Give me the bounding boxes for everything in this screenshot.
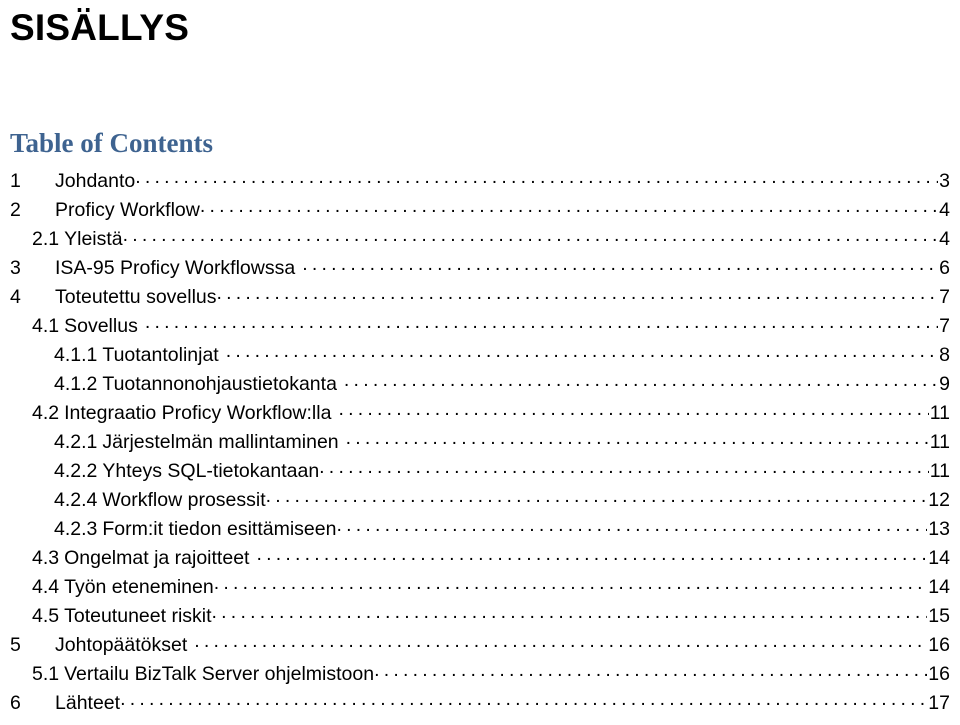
toc-entry-number: 4.1 [32,315,60,337]
toc-entry-page-number: 4 [939,228,950,250]
toc-entry[interactable]: 4.1Sovellus 7 [10,312,950,341]
toc-entry-label: Toteutuneet riskit [64,605,212,627]
toc-dot-leader [123,226,939,246]
toc-entry-number: 2 [10,199,21,221]
toc-entry[interactable]: 4.3Ongelmat ja rajoitteet 14 [10,544,950,573]
toc-entry-number: 4.2.2 [54,460,98,482]
toc-entry-number: 4.3 [32,547,60,569]
toc-entry-page-number: 8 [939,344,950,366]
toc-entry-number: 4.4 [32,576,60,598]
toc-entry-label: Tuotannonohjaustietokanta [102,373,337,395]
toc-entry-number: 4.2.3 [54,518,98,540]
toc-entry-page-number: 14 [928,547,950,569]
toc-dot-leader [344,371,938,391]
toc-entry-number: 4.2 [32,402,60,424]
toc-entry[interactable]: 4.2.3Form:it tiedon esittämiseen 13 [10,515,950,544]
toc-entry-page-number: 6 [939,257,950,279]
toc-entry-label: Tuotantolinjat [102,344,219,366]
toc-entry-page-number: 17 [928,692,950,714]
toc-entry[interactable]: 4.1.1Tuotantolinjat 8 [10,341,950,370]
toc-entry-label: Ongelmat ja rajoitteet [64,547,250,569]
toc-entry-label: Vertailu BizTalk Server ohjelmistoon [64,663,375,685]
toc-entry[interactable]: 3 ISA-95 Proficy Workflowssa 6 [10,254,950,283]
toc-entry-page-number: 16 [928,663,950,685]
toc-dot-leader [194,632,927,652]
toc-entry-label: Lähteet [55,692,121,714]
toc-dot-leader [212,603,928,623]
toc-entry-label: Workflow prosessit [102,489,266,511]
toc-entry-number: 4.5 [32,605,60,627]
toc-entry[interactable]: 2 Proficy Workflow 4 [10,196,950,225]
toc-entry-number: 4 [10,286,21,308]
toc-entry-label: Proficy Workflow [55,199,200,221]
toc-entry-page-number: 9 [939,373,950,395]
toc-entry[interactable]: 4.2Integraatio Proficy Workflow:lla 11 [10,399,950,428]
toc-dot-leader [302,255,938,275]
toc-heading: Table of Contents [10,128,214,158]
toc-entry-number: 4.1.2 [54,373,98,395]
toc-entry[interactable]: 4.1.2Tuotannonohjaustietokanta 9 [10,370,950,399]
toc-entry-number: 4.2.4 [54,489,98,511]
toc-entry[interactable]: 4.4Työn eteneminen 14 [10,573,950,602]
toc-dot-leader [346,429,929,449]
toc-entry-number: 2.1 [32,228,60,250]
toc-entry-number: 5 [10,634,21,656]
toc-entry-number: 4.1.1 [54,344,98,366]
toc-dot-leader [266,487,928,507]
toc-dot-leader [217,284,939,304]
toc-entry-number: 3 [10,257,21,279]
toc-entry-page-number: 3 [939,170,950,192]
toc-entry-page-number: 11 [929,460,950,482]
toc-entry-label: Sovellus [64,315,138,337]
toc-entry-label: Johtopäätökset [55,634,188,656]
document-page: SISÄLLYS Table of Contents 1 Johdanto 3 2 Pr… [0,0,960,725]
toc-entry[interactable]: 4 Toteutettu sovellus 7 [10,283,950,312]
toc-entry-label: ISA-95 Proficy Workflowssa [55,257,296,279]
toc-dot-leader [214,574,928,594]
toc-dot-leader [120,690,927,710]
toc-entry[interactable]: 5.1Vertailu BizTalk Server ohjelmistoon 1… [10,660,950,689]
toc-entry-page-number: 7 [939,286,950,308]
toc-dot-leader [256,545,927,565]
toc-entry-number: 1 [10,170,21,192]
toc-entry-label: Integraatio Proficy Workflow:lla [64,402,332,424]
table-of-contents-list: 1 Johdanto 3 2 Proficy Workflow 4 2.1Yleistä 4 3… [10,157,950,718]
toc-entry[interactable]: 5 Johtopäätökset 16 [10,631,950,660]
toc-dot-leader [145,313,938,333]
toc-entry[interactable]: 2.1Yleistä 4 [10,225,950,254]
toc-entry-page-number: 4 [939,199,950,221]
toc-entry-page-number: 11 [929,431,950,453]
toc-entry[interactable]: 1 Johdanto 3 [10,167,950,196]
toc-dot-leader [200,197,938,217]
toc-entry-page-number: 14 [928,576,950,598]
toc-entry-page-number: 15 [928,605,950,627]
toc-entry-label: Toteutettu sovellus [55,286,217,308]
toc-entry-page-number: 12 [928,489,950,511]
toc-entry-label: Form:it tiedon esittämiseen [102,518,337,540]
toc-entry-number: 6 [10,692,21,714]
toc-dot-leader [226,342,938,362]
toc-entry-label: Järjestelmän mallintaminen [102,431,339,453]
toc-entry-page-number: 7 [939,315,950,337]
toc-entry[interactable]: 4.2.4Workflow prosessit 12 [10,486,950,515]
toc-entry[interactable]: 6 Lähteet 17 [10,689,950,718]
toc-entry-page-number: 16 [928,634,950,656]
toc-dot-leader [374,661,927,681]
toc-entry[interactable]: 4.2.1Järjestelmän mallintaminen 11 [10,428,950,457]
toc-entry-page-number: 11 [929,402,950,424]
toc-dot-leader [135,168,938,188]
toc-entry-page-number: 13 [928,518,950,540]
toc-entry[interactable]: 4.5Toteutuneet riskit 15 [10,602,950,631]
toc-entry-label: Yhteys SQL-tietokantaan [102,460,320,482]
toc-entry-label: Työn eteneminen [64,576,214,598]
toc-entry[interactable]: 4.2.2Yhteys SQL-tietokantaan 11 [10,457,950,486]
toc-entry-number: 4.2.1 [54,431,98,453]
toc-entry-label: Johdanto [55,170,136,192]
toc-dot-leader [338,400,928,420]
toc-entry-label: Yleistä [64,228,123,250]
page-title: SISÄLLYS [10,7,190,48]
toc-dot-leader [336,516,927,536]
toc-entry-number: 5.1 [32,663,60,685]
toc-dot-leader [319,458,929,478]
